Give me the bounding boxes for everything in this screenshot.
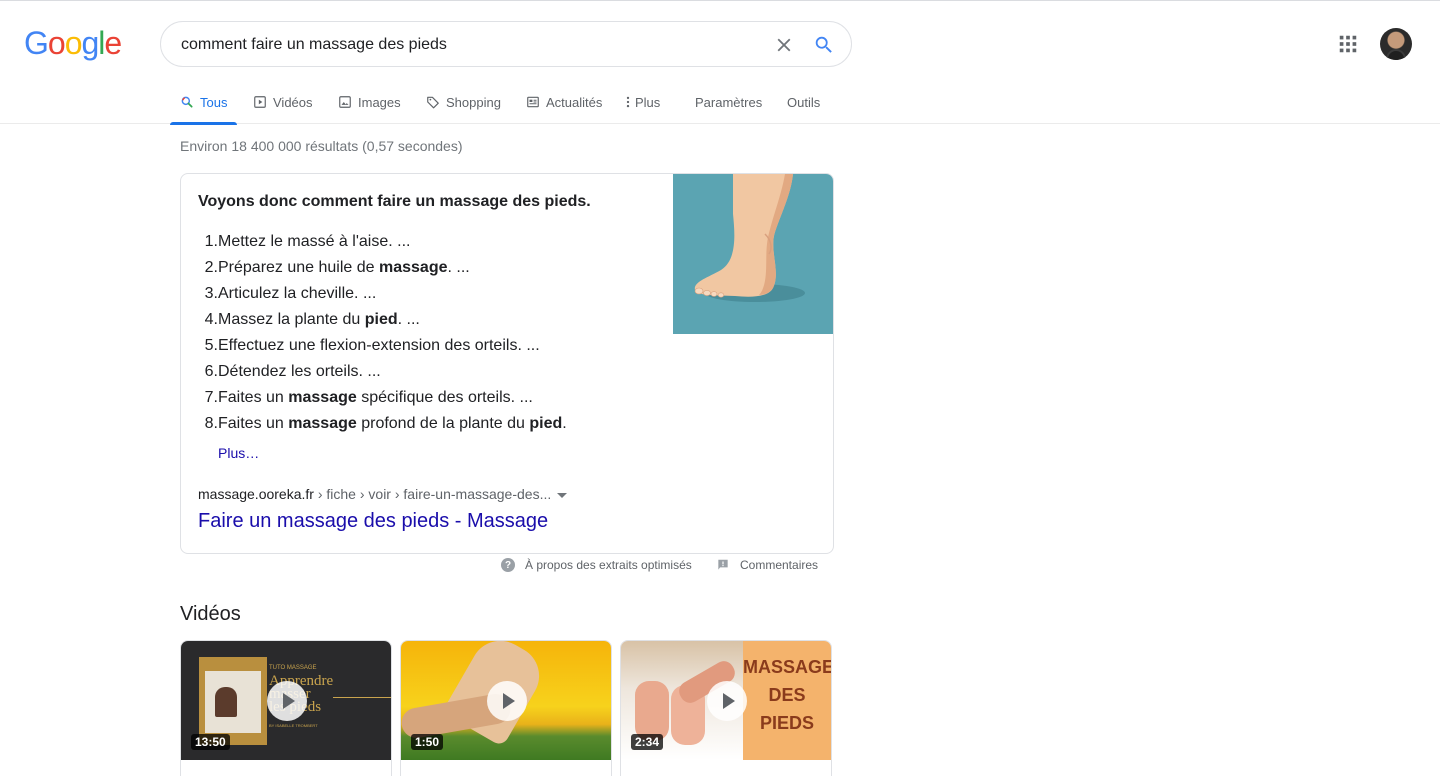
snippet-step: 1. Mettez le massé à l'aise. ... <box>204 233 411 250</box>
logo-letter: e <box>104 25 122 61</box>
cite-domain: massage.ooreka.fr <box>198 486 314 502</box>
tab-actualites[interactable]: Actualités <box>526 80 602 124</box>
tab-videos[interactable]: Vidéos <box>253 80 313 124</box>
video-card[interactable]: MASSAGE DES PIEDS 2:34 <box>620 640 832 776</box>
thumb-divider <box>333 697 391 698</box>
tab-parametres[interactable]: Paramètres <box>695 80 762 124</box>
feedback-link[interactable]: Commentaires <box>716 558 818 572</box>
search-icon[interactable] <box>813 34 835 56</box>
snippet-step: 2. Préparez une huile de massage. ... <box>204 259 470 276</box>
feedback-label: Commentaires <box>740 558 819 572</box>
video-duration: 13:50 <box>191 734 230 750</box>
foot-illustration <box>694 174 805 302</box>
video-duration: 2:34 <box>631 734 664 750</box>
apps-icon[interactable] <box>1337 33 1359 55</box>
top-border <box>0 0 1440 1</box>
snippet-foot-image[interactable] <box>673 174 833 334</box>
snippet-title: Voyons donc comment faire un massage des… <box>198 193 591 210</box>
search-tabs: Tous Vidéos Images Shopping Actualités P… <box>0 80 1440 125</box>
videos-heading: Vidéos <box>180 603 241 625</box>
snippet-step: 6. Détendez les orteils. ... <box>204 363 381 380</box>
video-card[interactable]: TUTO MASSAGE Apprendre masser les pieds … <box>180 640 392 776</box>
video-icon <box>253 95 267 109</box>
video-thumbnail: MASSAGE DES PIEDS 2:34 <box>621 641 831 760</box>
about-snippets-label: À propos des extraits optimisés <box>525 558 692 572</box>
video-duration: 1:50 <box>411 734 444 750</box>
snippet-step: 5. Effectuez une flexion-extension des o… <box>204 337 540 354</box>
image-icon <box>338 95 352 109</box>
tab-label: Shopping <box>446 94 501 110</box>
video-card[interactable]: 1:50 <box>400 640 612 776</box>
thumb-author: BY ISABELLE TROMBERT <box>269 723 318 728</box>
logo-letter: o <box>64 25 83 61</box>
snippet-steps-list: 1. Mettez le massé à l'aise. ... 2. Prépa… <box>198 229 567 437</box>
tab-label: Outils <box>787 94 821 110</box>
more-vert-icon <box>624 95 632 109</box>
search-icon <box>180 95 194 109</box>
snippet-step: 7. Faites un massage spécifique des orte… <box>204 389 533 406</box>
tab-plus[interactable]: Plus <box>624 80 660 124</box>
thumbnail-photo <box>199 657 267 745</box>
google-logo[interactable]: Google <box>24 25 122 61</box>
result-stats: Environ 18 400 000 résultats (0,57 secon… <box>180 138 463 154</box>
tab-label: Plus <box>635 94 661 110</box>
cite-path: › fiche › voir › faire-un-massage-des... <box>313 486 552 502</box>
news-icon <box>526 95 540 109</box>
snippet-cite: massage.ooreka.fr › fiche › voir › faire… <box>198 486 568 502</box>
logo-letter: o <box>47 25 66 61</box>
tab-label: Tous <box>200 94 228 110</box>
avatar[interactable] <box>1380 28 1412 60</box>
snippet-step: 8. Faites un massage profond de la plant… <box>204 415 567 432</box>
help-icon: ? <box>501 558 515 572</box>
tag-icon <box>426 95 440 109</box>
search-box[interactable] <box>160 21 852 67</box>
tab-images[interactable]: Images <box>338 80 401 124</box>
about-snippets-link[interactable]: ? À propos des extraits optimisés <box>501 558 692 572</box>
feedback-icon <box>718 559 728 570</box>
video-thumbnail: TUTO MASSAGE Apprendre masser les pieds … <box>181 641 391 760</box>
logo-letter: G <box>24 25 49 61</box>
search-input[interactable] <box>181 34 741 56</box>
thumbnail-title-panel: MASSAGE DES PIEDS <box>743 641 831 760</box>
tab-label: Actualités <box>546 94 603 110</box>
tab-outils[interactable]: Outils <box>787 80 820 124</box>
tab-label: Paramètres <box>695 94 763 110</box>
tab-label: Vidéos <box>273 94 313 110</box>
tab-shopping[interactable]: Shopping <box>426 80 501 124</box>
tab-tous[interactable]: Tous <box>169 80 239 125</box>
featured-snippet: Voyons donc comment faire un massage des… <box>180 173 834 554</box>
play-icon[interactable] <box>707 681 747 721</box>
snippet-more-link[interactable]: Plus… <box>218 445 259 461</box>
clear-icon[interactable] <box>773 34 795 56</box>
video-thumbnail: 1:50 <box>401 641 611 760</box>
play-icon[interactable] <box>487 681 527 721</box>
tab-label: Images <box>358 94 401 110</box>
snippet-result-link[interactable]: Faire un massage des pieds - Massage <box>198 510 548 533</box>
cite-menu-arrow-icon[interactable] <box>557 492 568 498</box>
thumb-caption: TUTO MASSAGE <box>269 665 317 671</box>
snippet-step: 4. Massez la plante du pied. ... <box>204 311 420 328</box>
play-icon[interactable] <box>267 681 307 721</box>
snippet-step: 3. Articulez la cheville. ... <box>204 285 377 302</box>
logo-letter: g <box>81 25 99 61</box>
